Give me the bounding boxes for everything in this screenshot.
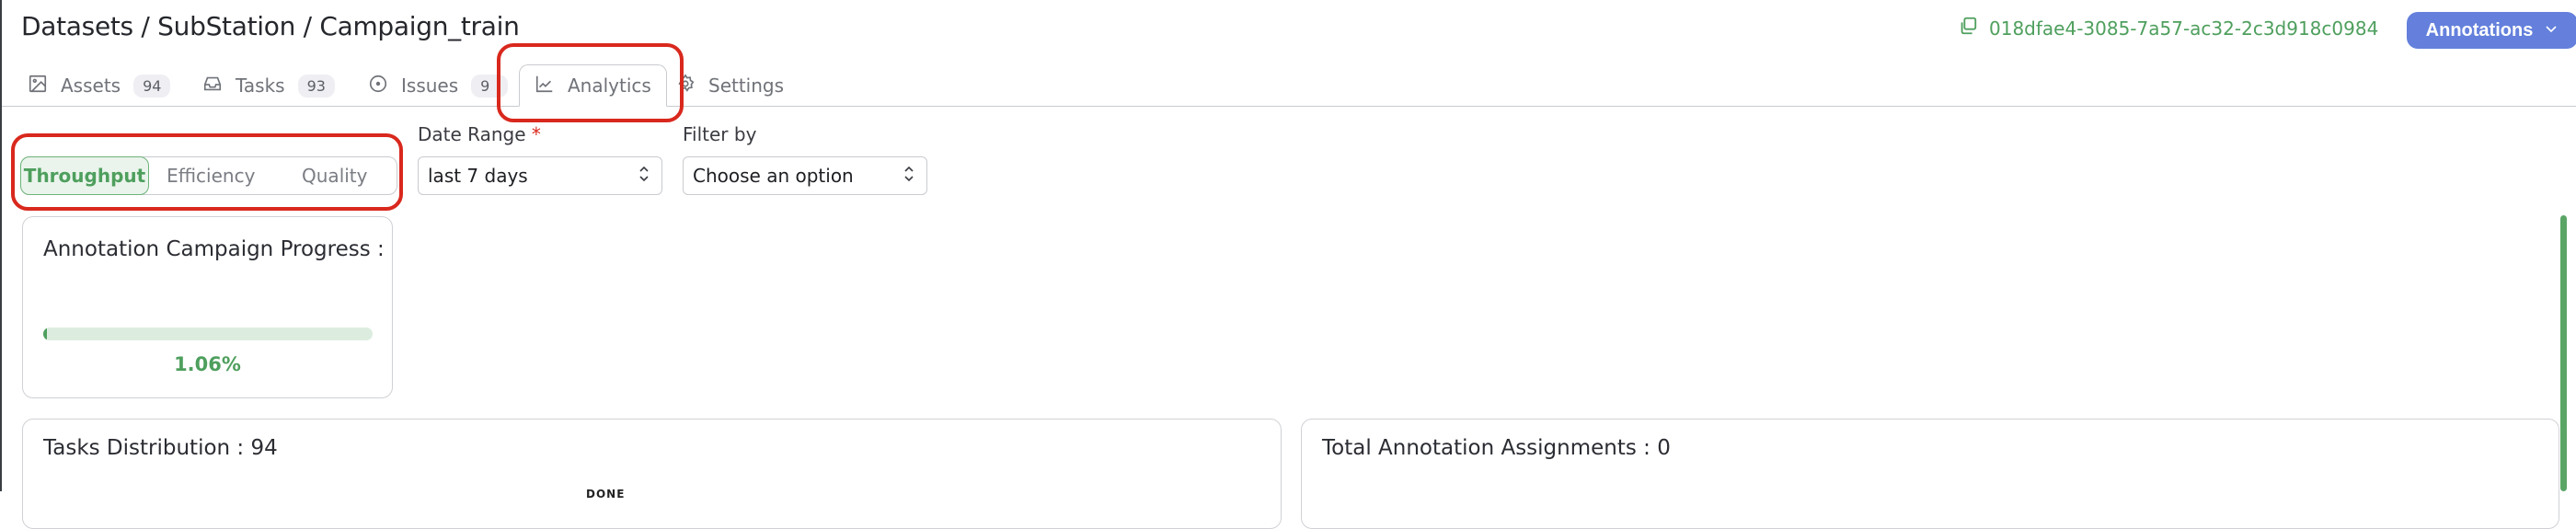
date-range-label-text: Date Range	[418, 123, 526, 145]
dataset-id-copy[interactable]: 018dfae4-3085-7a57-ac32-2c3d918c0984	[1958, 16, 2378, 40]
segment-quality[interactable]: Quality	[273, 157, 397, 194]
image-icon	[28, 74, 48, 98]
date-range-label: Date Range *	[418, 123, 541, 145]
filter-by-value: Choose an option	[693, 165, 854, 187]
tab-assets[interactable]: Assets 94	[28, 64, 171, 107]
tab-label: Issues	[401, 75, 459, 97]
tab-issues[interactable]: Issues 9	[368, 64, 509, 107]
count-badge: 9	[471, 74, 509, 98]
campaign-progress-card: Annotation Campaign Progress : 1.06%	[22, 216, 393, 398]
tab-label: Analytics	[568, 75, 651, 97]
count-badge: 93	[297, 74, 335, 98]
card-title: Total Annotation Assignments : 0	[1322, 436, 1671, 460]
progress-bar-fill	[43, 328, 47, 340]
dataset-tabs: Assets 94 Tasks 93 Issues 9 Analytics Se…	[2, 64, 2576, 107]
card-title: Annotation Campaign Progress :	[43, 237, 385, 261]
tab-label: Tasks	[236, 75, 285, 97]
progress-percent: 1.06%	[174, 353, 241, 375]
tab-label: Assets	[61, 75, 121, 97]
tasks-distribution-card: Tasks Distribution : 94 DONE	[22, 419, 1282, 529]
segment-throughput[interactable]: Throughput	[20, 156, 149, 195]
card-title: Tasks Distribution : 94	[43, 436, 278, 460]
chevron-down-icon	[2544, 20, 2559, 41]
chart-label: DONE	[586, 488, 626, 500]
annotations-dropdown-button[interactable]: Annotations	[2407, 12, 2576, 49]
dataset-id: 018dfae4-3085-7a57-ac32-2c3d918c0984	[1989, 17, 2379, 40]
gear-icon	[675, 73, 696, 98]
filter-by-select[interactable]: Choose an option	[683, 156, 927, 195]
filter-by-label: Filter by	[683, 123, 757, 145]
issue-circle-icon	[368, 74, 388, 98]
chevron-up-down-icon	[903, 164, 915, 189]
segment-efficiency[interactable]: Efficiency	[149, 157, 273, 194]
progress-bar	[43, 328, 373, 340]
date-range-value: last 7 days	[428, 165, 528, 187]
inbox-icon	[202, 74, 223, 98]
breadcrumb: Datasets / SubStation / Campaign_train	[21, 11, 520, 41]
metric-segmented-control: Throughput Efficiency Quality	[20, 156, 397, 195]
chevron-up-down-icon	[638, 164, 650, 189]
scrollbar-thumb[interactable]	[2560, 215, 2567, 491]
tab-label: Settings	[708, 75, 785, 97]
tab-settings[interactable]: Settings	[675, 64, 784, 107]
required-mark: *	[531, 123, 541, 145]
date-range-select[interactable]: last 7 days	[418, 156, 662, 195]
copy-icon	[1958, 16, 1978, 40]
tab-analytics[interactable]: Analytics	[519, 64, 667, 107]
count-badge: 94	[133, 74, 171, 98]
annotation-assignments-card: Total Annotation Assignments : 0	[1301, 419, 2559, 529]
tab-tasks[interactable]: Tasks 93	[202, 64, 335, 107]
chart-line-icon	[535, 74, 555, 98]
annotations-button-label: Annotations	[2425, 19, 2534, 40]
